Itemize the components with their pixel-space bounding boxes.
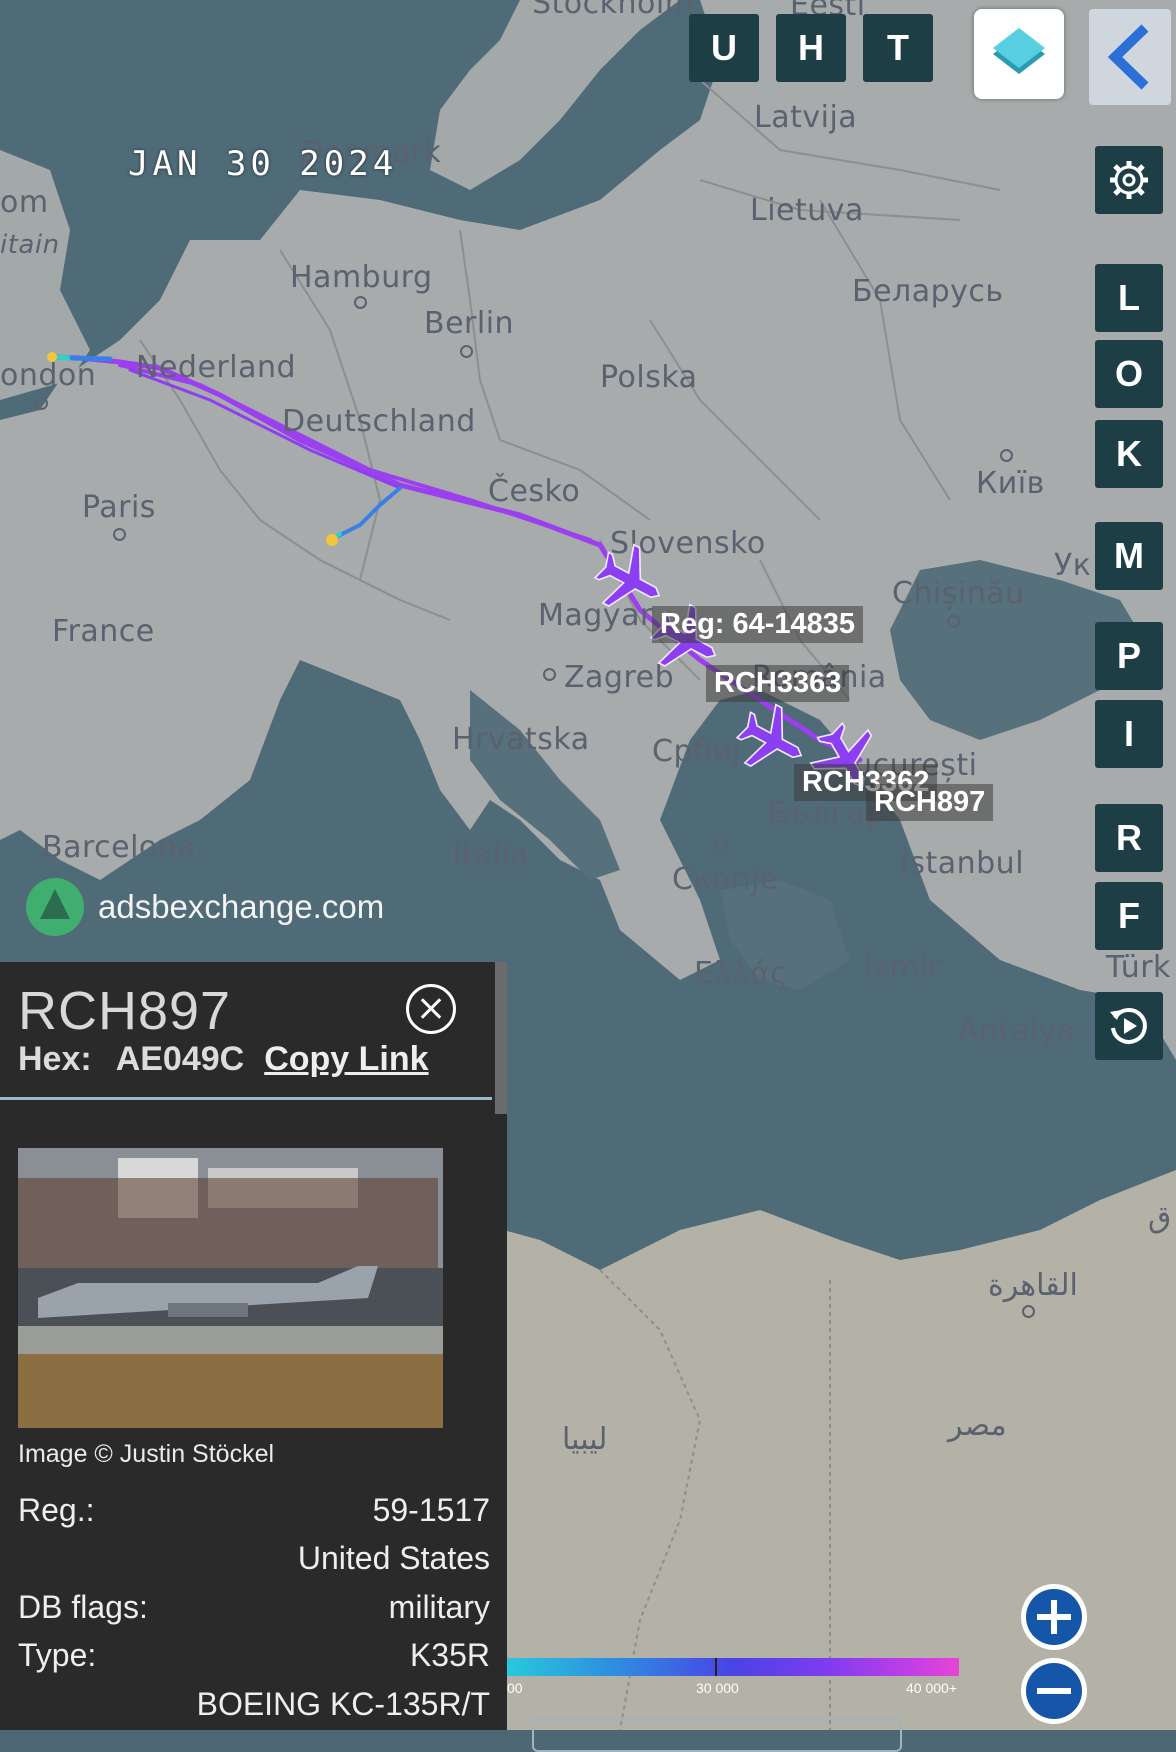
toggle-button-p[interactable]: P (1095, 622, 1163, 690)
toggle-button-t[interactable]: T (863, 14, 933, 82)
aircraft-photo[interactable] (18, 1148, 443, 1428)
toggle-button-o[interactable]: O (1095, 340, 1163, 408)
toggle-button-i[interactable]: I (1095, 700, 1163, 768)
zoom-out-button[interactable] (1021, 1658, 1087, 1724)
info-value: BOEING KC-135R/T (196, 1686, 490, 1722)
layers-icon (993, 28, 1045, 74)
hex-value: AE049C (115, 1040, 245, 1078)
hex-label: Hex: (18, 1040, 92, 1078)
gear-icon (1110, 161, 1148, 199)
aircraft-info-panel: RCH897 Hex: AE049C Copy Link Image © Justi… (0, 962, 507, 1730)
toggle-button-r[interactable]: R (1095, 804, 1163, 872)
close-icon[interactable] (406, 984, 456, 1034)
hex-row: Hex: AE049C Copy Link (18, 1040, 429, 1079)
zoom-out-icon (1026, 1663, 1082, 1719)
replay-button[interactable] (1095, 992, 1163, 1060)
settings-button[interactable] (1095, 146, 1163, 214)
legend-tick (715, 1658, 717, 1676)
aircraft-label[interactable]: RCH897 (866, 784, 994, 821)
bottom-panel-handle[interactable] (532, 1718, 902, 1752)
aircraft-label[interactable]: RCH3363 (706, 665, 850, 702)
back-arrow-icon (1107, 24, 1149, 90)
info-value: K35R (409, 1637, 490, 1673)
divider (0, 1097, 492, 1100)
toggle-button-l[interactable]: L (1095, 264, 1163, 332)
toggle-button-h[interactable]: H (776, 14, 846, 82)
info-value: military (388, 1589, 490, 1625)
legend-label: 30 000 (696, 1680, 739, 1696)
info-value: 59-1517 (372, 1492, 490, 1528)
altitude-legend-bar (507, 1658, 959, 1676)
info-key: Reg.: (18, 1492, 95, 1528)
toggle-button-k[interactable]: K (1095, 420, 1163, 488)
legend-label: 00 (507, 1680, 523, 1696)
info-value: United States (297, 1540, 490, 1576)
layers-button[interactable] (974, 9, 1064, 99)
legend-label: 40 000+ (906, 1680, 957, 1696)
back-button[interactable] (1089, 9, 1171, 105)
replay-icon (1110, 1007, 1147, 1044)
toggle-button-f[interactable]: F (1095, 882, 1163, 950)
toggle-button-m[interactable]: M (1095, 522, 1163, 590)
aircraft-label[interactable]: Reg: 64-14835 (652, 606, 864, 643)
info-key: Type: (18, 1637, 97, 1673)
image-credit: Image © Justin Stöckel (18, 1440, 275, 1468)
callsign-title: RCH897 (18, 981, 232, 1041)
zoom-in-icon (1026, 1589, 1082, 1645)
toggle-button-u[interactable]: U (689, 14, 759, 82)
info-key: DB flags: (18, 1589, 148, 1625)
copy-link[interactable]: Copy Link (264, 1040, 428, 1078)
zoom-in-button[interactable] (1021, 1584, 1087, 1650)
scrollbar[interactable] (495, 962, 507, 1114)
